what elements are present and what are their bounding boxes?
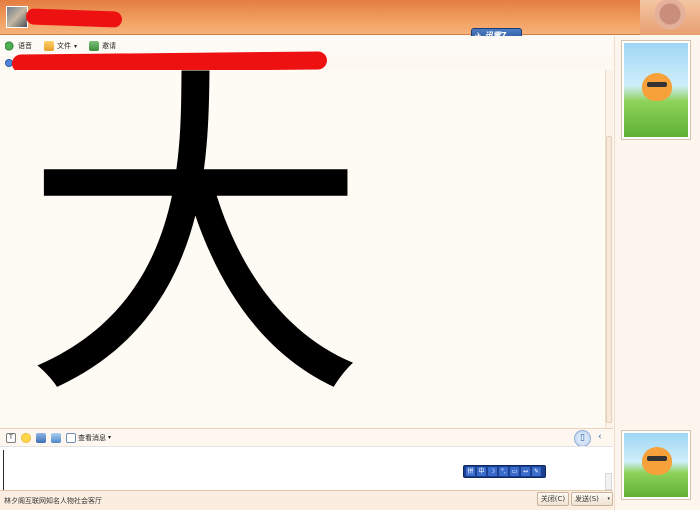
send-button[interactable]: 发送(S) ▾ bbox=[571, 492, 613, 506]
chevron-left-icon: ‹ bbox=[598, 432, 602, 442]
contact-show-avatar[interactable] bbox=[621, 40, 691, 140]
ime-logo-icon[interactable]: 拼 bbox=[466, 467, 475, 476]
my-show-avatar[interactable] bbox=[621, 430, 691, 500]
view-messages-button[interactable]: 查看消息 ▾ bbox=[66, 432, 112, 443]
status-bar: 林夕阁互联网知名人物社会客厅 bbox=[0, 490, 613, 510]
font-icon[interactable]: T bbox=[6, 432, 16, 443]
ime-switch-icon[interactable]: ↔ bbox=[521, 467, 530, 476]
message-big-character: 大 bbox=[22, 41, 368, 442]
mobile-phone-button[interactable]: ▯ bbox=[574, 430, 591, 447]
close-button-label: 关闭(C) bbox=[540, 495, 566, 503]
raccoon-cat-image-small bbox=[624, 433, 688, 497]
status-text: 林夕阁互联网知名人物社会客厅 bbox=[4, 496, 102, 505]
title-corner-art bbox=[640, 0, 700, 35]
text-caret bbox=[3, 450, 4, 490]
contact-avatar-small[interactable] bbox=[6, 6, 28, 28]
contact-name-redaction bbox=[25, 8, 123, 28]
ime-halfwidth-icon[interactable]: ☽ bbox=[488, 467, 497, 476]
ime-chinese-mode[interactable]: 中 bbox=[477, 467, 486, 476]
emoji-icon[interactable] bbox=[21, 432, 31, 443]
ime-settings-icon[interactable]: ✎ bbox=[532, 467, 541, 476]
ime-punctuation-icon[interactable]: °, bbox=[499, 467, 508, 476]
input-toolbar: T 查看消息 ▾ bbox=[0, 429, 613, 446]
view-messages-label: 查看消息 bbox=[78, 433, 106, 442]
shake-icon[interactable] bbox=[36, 432, 46, 443]
send-button-label: 发送(S) bbox=[575, 495, 599, 503]
phone-icon: ▯ bbox=[580, 433, 585, 443]
close-button[interactable]: 关闭(C) bbox=[537, 492, 569, 506]
input-scrollbar[interactable] bbox=[605, 473, 612, 490]
title-bar[interactable] bbox=[0, 0, 700, 35]
raccoon-cat-image bbox=[624, 43, 688, 137]
ime-toolbar[interactable]: 拼 中 ☽ °, ▭ ↔ ✎ bbox=[463, 465, 546, 478]
ime-keyboard-icon[interactable]: ▭ bbox=[510, 467, 519, 476]
voice-icon bbox=[5, 41, 15, 51]
chevron-down-icon: ▾ bbox=[108, 434, 112, 441]
message-scrollbar-thumb[interactable] bbox=[606, 136, 612, 423]
chevron-down-icon[interactable]: ▾ bbox=[607, 496, 610, 502]
image-icon[interactable] bbox=[51, 432, 61, 443]
collapse-panel-button[interactable]: ‹ bbox=[598, 432, 602, 442]
message-history-icon bbox=[66, 432, 76, 443]
